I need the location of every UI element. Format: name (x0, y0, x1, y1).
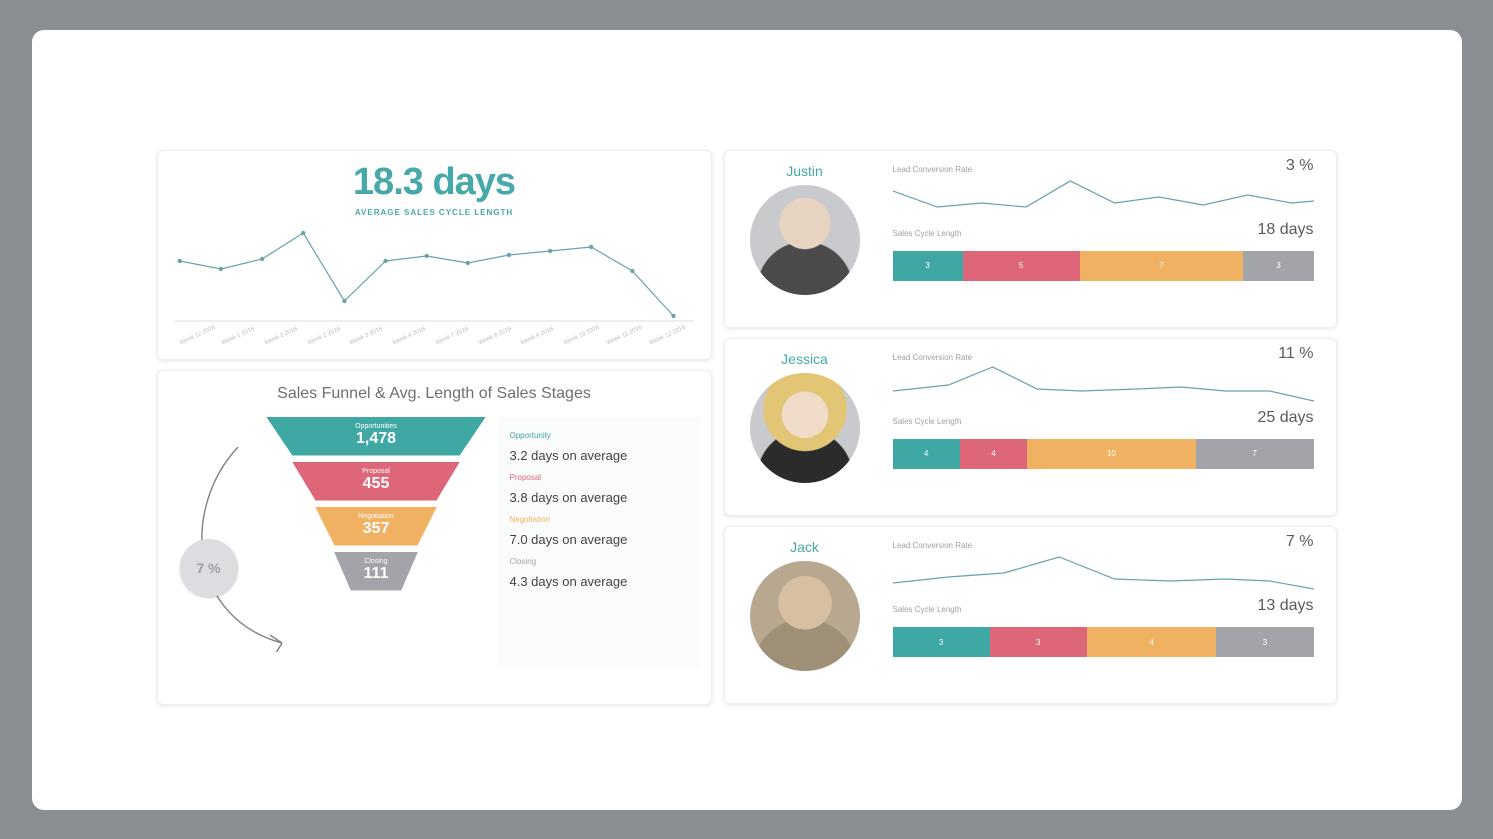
seg-closing: 3 (1243, 251, 1313, 281)
scl-label: Sales Cycle Length (893, 417, 962, 426)
stage-label: Proposal (292, 466, 460, 475)
seg-proposal: 3 (990, 627, 1087, 657)
seg-negotiation: 10 (1027, 439, 1195, 469)
lcr-sparkline (893, 173, 1314, 219)
funnel-card: Sales Funnel & Avg. Length of Sales Stag… (157, 370, 712, 705)
person-card-justin: Justin Lead Conversion Rate 3 % Sales Cy… (724, 150, 1337, 328)
cycle-length-subtitle: AVERAGE SALES CYCLE LENGTH (355, 208, 513, 217)
stat-value: 4.3 days on average (510, 574, 689, 589)
funnel-conversion-badge: 7 % (180, 539, 238, 597)
cycle-stage-bar: 3 5 7 3 (893, 251, 1314, 281)
scl-label: Sales Cycle Length (893, 605, 962, 614)
scl-value: 25 days (1257, 409, 1313, 427)
cycle-stage-bar: 3 3 4 3 (893, 627, 1314, 657)
person-card-jessica: Jessica Lead Conversion Rate 11 % Sales … (724, 338, 1337, 516)
avatar (750, 373, 860, 483)
person-name: Jack (790, 539, 819, 555)
funnel-stage-opportunities: Opportunities 1,478 (266, 417, 486, 456)
cycle-length-chart: Week 12 2016 Week 1 2016 Week 2 2016 Wee… (166, 221, 703, 354)
funnel-diagram: 7 % Opportunities 1,478 Proposal 455 (168, 417, 488, 667)
person-name: Justin (786, 163, 823, 179)
cycle-length-value: 18.3 days (353, 163, 515, 203)
seg-proposal: 4 (960, 439, 1027, 469)
seg-closing: 7 (1196, 439, 1314, 469)
seg-closing: 3 (1216, 627, 1313, 657)
stage-label: Negotiation (315, 511, 437, 520)
stage-value: 1,478 (266, 430, 486, 448)
avatar (750, 561, 860, 671)
funnel-stage-negotiation: Negotiation 357 (315, 507, 437, 546)
funnel-title: Sales Funnel & Avg. Length of Sales Stag… (168, 385, 701, 403)
seg-opportunity: 3 (893, 627, 990, 657)
lcr-value: 7 % (1286, 533, 1314, 551)
lcr-value: 11 % (1278, 345, 1313, 363)
seg-negotiation: 7 (1080, 251, 1244, 281)
stat-value: 3.2 days on average (510, 448, 689, 463)
lcr-value: 3 % (1286, 157, 1314, 175)
scl-value: 18 days (1257, 221, 1313, 239)
funnel-stage-proposal: Proposal 455 (292, 462, 460, 501)
cycle-length-card: 18.3 days AVERAGE SALES CYCLE LENGTH (157, 150, 712, 360)
seg-opportunity: 4 (893, 439, 960, 469)
funnel-stage-closing: Closing 111 (334, 552, 418, 591)
lcr-sparkline (893, 549, 1314, 595)
avatar (750, 185, 860, 295)
stat-label: Negotiation (510, 515, 689, 524)
lcr-sparkline (893, 361, 1314, 407)
stat-label: Opportunity (510, 431, 689, 440)
dashboard: 18.3 days AVERAGE SALES CYCLE LENGTH (157, 150, 1337, 705)
person-name: Jessica (781, 351, 828, 367)
funnel-stats: Opportunity 3.2 days on average Proposal… (498, 417, 701, 667)
stage-value: 455 (292, 475, 460, 493)
scl-value: 13 days (1257, 597, 1313, 615)
person-card-jack: Jack Lead Conversion Rate 7 % Sales Cycl… (724, 526, 1337, 704)
stat-label: Proposal (510, 473, 689, 482)
seg-opportunity: 3 (893, 251, 963, 281)
stage-value: 111 (334, 565, 418, 583)
lcr-label: Lead Conversion Rate (893, 353, 973, 362)
page: 18.3 days AVERAGE SALES CYCLE LENGTH (32, 30, 1462, 810)
seg-proposal: 5 (963, 251, 1080, 281)
lcr-label: Lead Conversion Rate (893, 165, 973, 174)
seg-negotiation: 4 (1087, 627, 1217, 657)
lcr-label: Lead Conversion Rate (893, 541, 973, 550)
stage-label: Opportunities (266, 421, 486, 430)
cycle-length-x-labels: Week 12 2016 Week 1 2016 Week 2 2016 Wee… (170, 341, 699, 347)
stat-value: 7.0 days on average (510, 532, 689, 547)
left-column: 18.3 days AVERAGE SALES CYCLE LENGTH (157, 150, 712, 705)
stage-label: Closing (334, 556, 418, 565)
cycle-stage-bar: 4 4 10 7 (893, 439, 1314, 469)
stat-label: Closing (510, 557, 689, 566)
right-column: Justin Lead Conversion Rate 3 % Sales Cy… (724, 150, 1337, 705)
scl-label: Sales Cycle Length (893, 229, 962, 238)
stage-value: 357 (315, 520, 437, 538)
stat-value: 3.8 days on average (510, 490, 689, 505)
